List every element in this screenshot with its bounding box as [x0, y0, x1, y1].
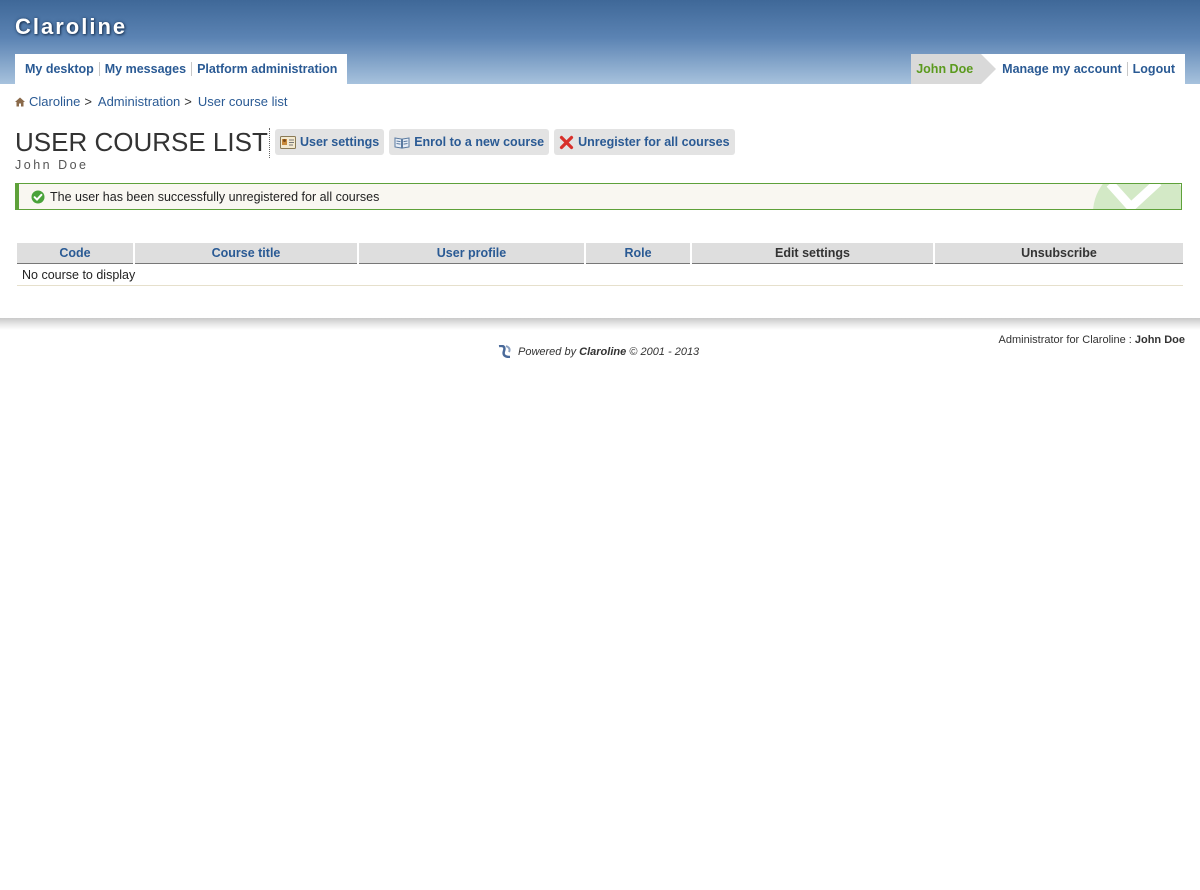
manage-account-link[interactable]: Manage my account	[997, 62, 1128, 76]
breadcrumb-user-course-list[interactable]: User course list	[198, 94, 288, 109]
breadcrumb: Claroline > Administration > User course…	[15, 94, 287, 109]
page-subtitle: John Doe	[15, 158, 89, 172]
unregister-all-button[interactable]: Unregister for all courses	[554, 129, 735, 155]
delete-x-icon	[559, 135, 574, 149]
column-role[interactable]: Role	[586, 243, 690, 264]
table-row: No course to display	[17, 264, 1183, 286]
current-user-tab: John Doe	[911, 54, 997, 84]
title-divider	[269, 128, 270, 158]
nav-platform-administration[interactable]: Platform administration	[192, 62, 342, 76]
column-unsubscribe: Unsubscribe	[935, 243, 1183, 264]
header-banner: Claroline My desktop My messages Platfor…	[0, 0, 1200, 84]
powered-suffix: © 2001 - 2013	[629, 345, 700, 358]
user-card-icon	[280, 135, 296, 149]
column-edit-settings: Edit settings	[692, 243, 933, 264]
enrol-course-button[interactable]: Enrol to a new course	[389, 129, 550, 155]
success-check-icon	[31, 190, 45, 204]
breadcrumb-separator: >	[184, 94, 192, 109]
powered-prefix: Powered by	[518, 345, 577, 358]
app-logo[interactable]: Claroline	[15, 14, 127, 40]
user-settings-label: User settings	[300, 135, 380, 149]
breadcrumb-administration[interactable]: Administration	[98, 94, 180, 109]
breadcrumb-separator: >	[84, 94, 92, 109]
success-message-text: The user has been successfully unregiste…	[50, 190, 380, 204]
table-header-row: Code Course title User profile Role Edit…	[17, 243, 1183, 264]
home-icon	[15, 97, 25, 106]
large-check-watermark-icon	[1093, 184, 1181, 209]
action-toolbar: User settings Enrol to a new course Unre…	[275, 129, 740, 155]
enrol-course-label: Enrol to a new course	[414, 135, 545, 149]
main-nav: My desktop My messages Platform administ…	[15, 54, 348, 84]
powered-brand[interactable]: Claroline	[579, 346, 626, 358]
footer-divider	[0, 318, 1200, 330]
admin-name[interactable]: John Doe	[1135, 334, 1185, 346]
unregister-all-label: Unregister for all courses	[578, 135, 730, 149]
success-message: The user has been successfully unregiste…	[15, 183, 1182, 210]
user-nav: John Doe Manage my account Logout	[911, 54, 1185, 84]
powered-by: Powered by Claroline © 2001 - 2013	[497, 345, 699, 358]
claroline-logo-icon	[498, 345, 511, 358]
logout-link[interactable]: Logout	[1128, 62, 1180, 76]
administrator-info: Administrator for Claroline : John Doe	[999, 334, 1185, 346]
empty-table-message: No course to display	[17, 264, 1183, 286]
page-title: USER COURSE LIST	[15, 127, 268, 157]
course-table: Code Course title User profile Role Edit…	[15, 243, 1185, 286]
admin-label: Administrator for Claroline :	[998, 334, 1132, 346]
book-icon	[394, 137, 410, 149]
column-user-profile[interactable]: User profile	[359, 243, 584, 264]
nav-my-desktop[interactable]: My desktop	[20, 62, 100, 76]
breadcrumb-claroline[interactable]: Claroline	[29, 94, 80, 109]
column-course-title[interactable]: Course title	[135, 243, 357, 264]
column-code[interactable]: Code	[17, 243, 133, 264]
nav-my-messages[interactable]: My messages	[100, 62, 193, 76]
user-settings-button[interactable]: User settings	[275, 129, 385, 155]
